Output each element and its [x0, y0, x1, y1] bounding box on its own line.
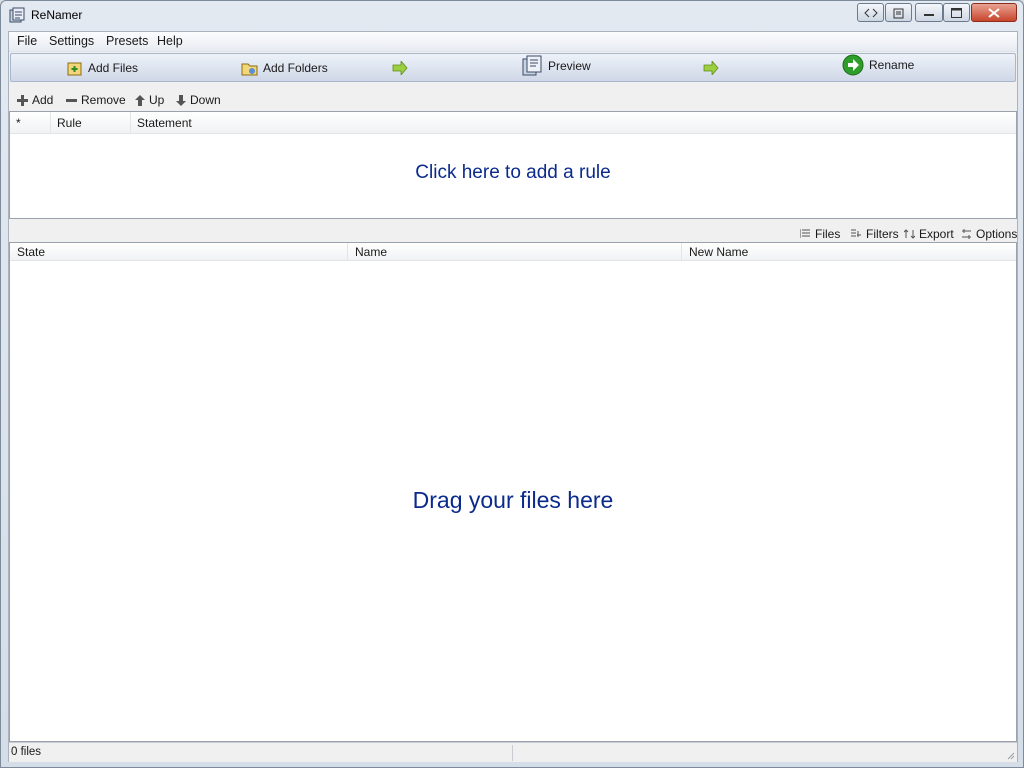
- compact-view-button[interactable]: [857, 3, 884, 22]
- preview-button[interactable]: Preview: [521, 55, 591, 76]
- status-divider: [512, 745, 513, 761]
- plus-icon: [17, 94, 28, 106]
- files-header: State Name New Name: [10, 243, 1016, 261]
- files-list-icon: [800, 229, 810, 238]
- menu-bar: File Settings Presets Help: [9, 32, 1017, 52]
- options-label: Options: [976, 227, 1018, 241]
- window-title: ReNamer: [31, 8, 83, 22]
- files-menu-button[interactable]: Files: [800, 227, 840, 241]
- files-menu-label: Files: [815, 227, 841, 241]
- main-action-toolbar: Add Files Add Folders Preview Rename: [10, 53, 1016, 82]
- rules-toolbar: Add Remove Up Down: [9, 90, 1017, 112]
- move-down-label: Down: [190, 93, 221, 107]
- app-logo-icon: [9, 7, 25, 23]
- preview-label: Preview: [548, 59, 591, 73]
- minus-icon: [66, 98, 77, 102]
- files-toolbar: Files Filters Export Options: [9, 224, 1017, 244]
- resize-grip-icon[interactable]: [1005, 750, 1015, 760]
- filters-icon: [851, 229, 861, 237]
- add-rule-button[interactable]: Add: [17, 93, 53, 107]
- main-client-area: File Settings Presets Help Add Files Add…: [8, 31, 1018, 762]
- move-rule-down-button[interactable]: Down: [176, 93, 221, 107]
- step-arrow-icon: [392, 61, 408, 75]
- app-window: ReNamer File Settings Presets Help Add F…: [0, 0, 1024, 768]
- rules-col-rule[interactable]: Rule: [51, 112, 131, 134]
- add-rule-label: Add: [32, 93, 54, 107]
- file-count-status: 0 files: [11, 746, 42, 758]
- maximize-button[interactable]: [943, 3, 970, 22]
- rename-icon: [842, 54, 864, 76]
- close-button[interactable]: [971, 3, 1017, 22]
- add-folders-label: Add Folders: [263, 61, 328, 75]
- export-label: Export: [919, 227, 954, 241]
- arrow-up-icon: [135, 94, 145, 106]
- export-icon: [904, 229, 915, 239]
- menu-presets[interactable]: Presets: [104, 34, 150, 48]
- files-list[interactable]: State Name New Name Drag your files here: [9, 242, 1017, 742]
- rules-header: * Rule Statement: [10, 112, 1016, 134]
- add-files-button[interactable]: Add Files: [66, 59, 138, 77]
- remove-rule-button[interactable]: Remove: [66, 93, 126, 107]
- add-folders-button[interactable]: Add Folders: [241, 59, 328, 77]
- drag-files-prompt: Drag your files here: [412, 487, 614, 513]
- status-bar: 0 files: [9, 742, 1017, 762]
- files-col-state[interactable]: State: [10, 243, 348, 261]
- files-col-new-name[interactable]: New Name: [682, 243, 1016, 261]
- add-folders-icon: [241, 63, 258, 75]
- filters-button[interactable]: Filters: [851, 227, 899, 241]
- rename-label: Rename: [869, 58, 915, 72]
- rules-list[interactable]: * Rule Statement Click here to add a rul…: [9, 111, 1017, 219]
- options-button[interactable]: Options: [961, 227, 1017, 241]
- step-arrow-icon: [703, 61, 719, 75]
- export-button[interactable]: Export: [904, 227, 954, 241]
- menu-settings[interactable]: Settings: [47, 34, 96, 48]
- rename-button[interactable]: Rename: [842, 54, 915, 76]
- menu-file[interactable]: File: [15, 34, 39, 48]
- title-bar[interactable]: ReNamer: [1, 1, 1023, 31]
- options-icon: [962, 229, 971, 239]
- stay-on-top-button[interactable]: [885, 3, 912, 22]
- minimize-button[interactable]: [915, 3, 943, 22]
- rules-col-enabled[interactable]: *: [10, 112, 51, 134]
- move-rule-up-button[interactable]: Up: [135, 93, 164, 107]
- move-up-label: Up: [149, 93, 165, 107]
- add-files-label: Add Files: [88, 61, 139, 75]
- rules-col-statement[interactable]: Statement: [131, 112, 1016, 134]
- arrow-down-icon: [176, 94, 186, 106]
- filters-label: Filters: [866, 227, 899, 241]
- add-files-icon: [67, 62, 82, 75]
- files-col-name[interactable]: Name: [348, 243, 682, 261]
- preview-icon: [522, 55, 542, 76]
- menu-help[interactable]: Help: [155, 34, 185, 48]
- add-rule-prompt[interactable]: Click here to add a rule: [10, 162, 1016, 184]
- remove-rule-label: Remove: [81, 93, 126, 107]
